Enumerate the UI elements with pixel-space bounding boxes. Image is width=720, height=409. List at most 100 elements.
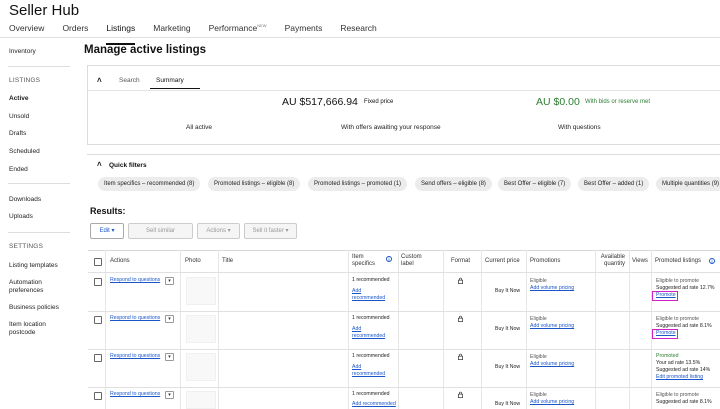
column-header-available-quantity[interactable]: Available quantity (597, 254, 625, 268)
filter-chip-item-specifics[interactable]: Item specifics – recommended (8) (98, 177, 201, 191)
actions-button-label: Actions (206, 228, 226, 234)
metric-all-active[interactable]: All active (186, 124, 212, 131)
sidebar-item-automation-preferences[interactable]: Automation preferences (9, 279, 69, 295)
active-tab-indicator (150, 88, 200, 89)
tab-search[interactable]: Search (119, 77, 140, 84)
sidebar-item-downloads[interactable]: Downloads (9, 196, 41, 203)
column-divider (348, 250, 349, 409)
sidebar-item-uploads[interactable]: Uploads (9, 213, 33, 220)
filter-chip-promoted-promoted[interactable]: Promoted listings – promoted (1) (308, 177, 408, 191)
add-volume-pricing-link[interactable]: Add volume pricing (530, 399, 574, 406)
select-all-checkbox[interactable] (94, 258, 102, 266)
sidebar-item-ended[interactable]: Ended (9, 166, 28, 173)
listing-photo[interactable] (186, 353, 216, 381)
sidebar-divider (8, 183, 70, 184)
filter-chip-best-offer-eligible[interactable]: Best Offer – eligible (7) (498, 177, 572, 191)
page-title: Manage active listings (84, 44, 207, 56)
sidebar-divider (8, 232, 70, 233)
format-buy-it-now: Buy It Now (495, 364, 521, 370)
row-divider (88, 349, 720, 350)
column-header-actions: Actions (110, 258, 130, 264)
sidebar-item-unsold[interactable]: Unsold (9, 113, 29, 120)
quick-filters-caret-icon[interactable]: ˄ (97, 160, 102, 169)
bids-value[interactable]: AU $0.00 (536, 96, 580, 108)
column-header-format: Format (451, 258, 471, 264)
new-badge: NEW (257, 23, 267, 29)
sell-faster-button[interactable]: Sell it faster ▾ (244, 223, 297, 239)
column-header-title[interactable]: Title (222, 258, 233, 265)
add-recommended-link[interactable]: Add recommended (352, 326, 392, 340)
column-header-promoted-listings: Promoted listings (655, 258, 702, 264)
info-icon[interactable]: i (386, 256, 392, 262)
lock-icon (458, 277, 463, 284)
add-recommended-link[interactable]: Add recommended (352, 364, 392, 378)
sell-similar-button[interactable]: Sell similar (128, 223, 193, 239)
sidebar-item-active[interactable]: Active (9, 95, 29, 102)
app-title: Seller Hub (9, 2, 80, 19)
sidebar-item-drafts[interactable]: Drafts (9, 130, 26, 137)
sidebar-heading-settings: SETTINGS (9, 243, 44, 250)
info-icon[interactable]: i (709, 258, 715, 264)
sidebar-item-inventory[interactable]: Inventory (9, 48, 36, 55)
sidebar-item-business-policies[interactable]: Business policies (9, 304, 59, 311)
sidebar-divider (8, 66, 70, 67)
promoted-status: Eligible to promote (656, 278, 699, 284)
row-actions-dropdown[interactable]: ▾ (165, 391, 174, 399)
fixed-price-label: Fixed price (364, 99, 394, 105)
column-header-custom-label[interactable]: Custom label (401, 254, 431, 268)
sidebar-item-location-postcode[interactable]: Item location postcode (9, 321, 64, 337)
add-volume-pricing-link[interactable]: Add volume pricing (530, 285, 574, 292)
quick-filters-title: Quick filters (109, 162, 147, 169)
promote-link[interactable]: Promote (656, 292, 676, 299)
chevron-down-icon: ▾ (227, 228, 231, 234)
fixed-price-value[interactable]: AU $517,666.94 (282, 96, 358, 108)
filter-chip-best-offer-added[interactable]: Best Offer – added (1) (578, 177, 650, 191)
tab-summary[interactable]: Summary (156, 77, 184, 84)
actions-button[interactable]: Actions ▾ (197, 223, 240, 239)
edit-promoted-listing-link[interactable]: Edit promoted listing (656, 374, 703, 381)
sidebar-item-listing-templates[interactable]: Listing templates (9, 262, 58, 269)
row-actions-dropdown[interactable]: ▾ (165, 315, 174, 323)
filter-chip-send-offers[interactable]: Send offers – eligible (8) (415, 177, 492, 191)
header-divider (0, 37, 720, 38)
promoted-status: Eligible to promote (656, 316, 699, 322)
respond-to-questions-link[interactable]: Respond to questions (110, 315, 160, 322)
add-recommended-link[interactable]: Add recommended (352, 401, 396, 408)
row-checkbox[interactable] (94, 278, 102, 286)
filter-chip-promoted-eligible[interactable]: Promoted listings – eligible (8) (208, 177, 301, 191)
column-header-views[interactable]: Views (632, 258, 648, 265)
add-volume-pricing-link[interactable]: Add volume pricing (530, 361, 574, 368)
format-buy-it-now: Buy It Now (495, 326, 521, 332)
listing-photo[interactable] (186, 315, 216, 343)
add-recommended-link[interactable]: Add recommended (352, 288, 392, 302)
promote-link[interactable]: Promote (656, 330, 676, 337)
column-divider (180, 250, 181, 409)
column-divider (443, 250, 444, 409)
filter-chip-multiple-quantities[interactable]: Multiple quantities (9) (656, 177, 720, 191)
respond-to-questions-link[interactable]: Respond to questions (110, 353, 160, 360)
column-divider (629, 250, 630, 409)
add-volume-pricing-link[interactable]: Add volume pricing (530, 323, 574, 330)
sidebar-item-scheduled[interactable]: Scheduled (9, 148, 40, 155)
listing-photo[interactable] (186, 277, 216, 305)
respond-to-questions-link[interactable]: Respond to questions (110, 391, 160, 398)
metric-offers-awaiting[interactable]: With offers awaiting your response (341, 124, 441, 131)
suggested-ad-rate: Suggested ad rate 14% (656, 367, 711, 373)
promoted-status: Promoted (656, 353, 679, 359)
column-divider (398, 250, 399, 409)
lock-icon (458, 391, 463, 398)
column-header-current-price[interactable]: Current price (485, 258, 520, 265)
row-checkbox[interactable] (94, 316, 102, 324)
row-checkbox[interactable] (94, 354, 102, 362)
lock-icon (458, 315, 463, 322)
row-actions-dropdown[interactable]: ▾ (165, 277, 174, 285)
collapse-caret-icon[interactable]: ˄ (97, 76, 102, 85)
metric-with-questions[interactable]: With questions (558, 124, 601, 131)
respond-to-questions-link[interactable]: Respond to questions (110, 277, 160, 284)
edit-button[interactable]: Edit ▾ (90, 223, 124, 239)
promoted-status: Eligible to promote (656, 392, 699, 398)
row-checkbox[interactable] (94, 392, 102, 400)
row-actions-dropdown[interactable]: ▾ (165, 353, 174, 361)
listing-photo[interactable] (186, 391, 216, 409)
chevron-down-icon: ▾ (285, 228, 289, 234)
